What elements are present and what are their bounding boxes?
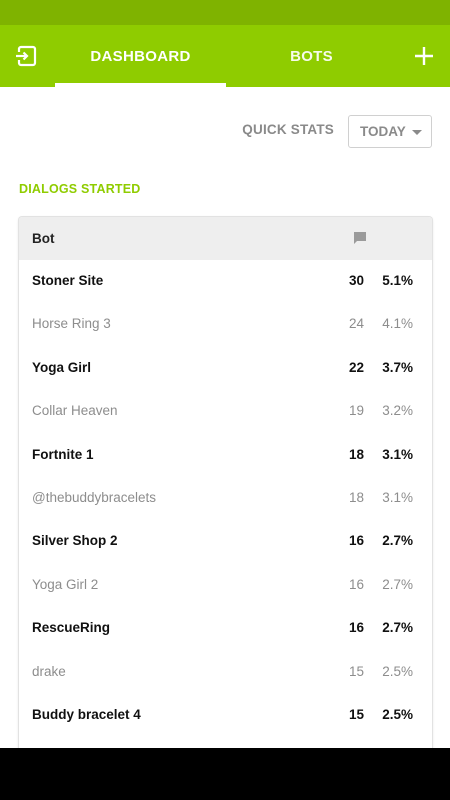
dialog-count: 18: [348, 446, 364, 462]
dialog-count: 19: [348, 403, 364, 419]
dialog-count: 24: [348, 316, 364, 332]
dialog-percent: 3.1%: [382, 490, 413, 505]
dialogs-table: Bot Stoner Site 30 5.1% Horse Ring 3 24 4.1% Y…: [19, 217, 432, 757]
bot-name: Fortnite 1: [32, 446, 94, 462]
bot-name: Stoner Site: [32, 273, 104, 288]
dialog-count: 16: [348, 533, 364, 549]
tab-bots[interactable]: BOTS: [226, 25, 397, 87]
bot-name: Yoga Girl 2: [32, 576, 99, 592]
chevron-down-icon: [412, 130, 422, 135]
app-bar: DASHBOARD BOTS: [0, 25, 450, 87]
dialog-percent: 5.1%: [382, 273, 413, 288]
tab-dashboard-label: DASHBOARD: [90, 47, 191, 65]
chat-bubble-icon: [353, 231, 367, 245]
bot-name: RescueRing: [32, 620, 111, 636]
dialog-percent: 3.2%: [382, 403, 413, 419]
plus-icon[interactable]: [412, 44, 436, 68]
table-row[interactable]: @thebuddybracelets 18 3.1%: [19, 477, 432, 520]
table-header: Bot: [19, 217, 432, 260]
dialog-count: 30: [348, 273, 364, 288]
table-row[interactable]: Collar Heaven 19 3.2%: [19, 390, 432, 433]
table-row[interactable]: Yoga Girl 2 16 2.7%: [19, 564, 432, 607]
dialog-percent: 2.7%: [382, 533, 413, 549]
bot-name: @thebuddybracelets: [32, 490, 157, 505]
quick-stats-label: QUICK STATS: [242, 122, 334, 137]
dialog-percent: 3.7%: [382, 359, 413, 375]
exit-to-app-icon[interactable]: [15, 44, 39, 68]
tab-bots-label: BOTS: [290, 47, 333, 65]
period-dropdown-value: TODAY: [360, 124, 406, 139]
status-bar: [0, 0, 450, 25]
tab-dashboard[interactable]: DASHBOARD: [55, 25, 226, 87]
dialog-percent: 4.1%: [382, 316, 413, 332]
dialog-percent: 2.7%: [382, 620, 413, 636]
table-row[interactable]: drake 15 2.5%: [19, 651, 432, 694]
dialog-count: 18: [348, 490, 364, 505]
dialog-count: 16: [348, 620, 364, 636]
dialog-percent: 3.1%: [382, 446, 413, 462]
bot-name: drake: [32, 663, 66, 679]
table-row[interactable]: Stoner Site 30 5.1%: [19, 260, 432, 303]
bot-name: Buddy bracelet 4: [32, 707, 141, 722]
system-navigation-bar: [0, 748, 450, 800]
dialog-count: 15: [348, 707, 364, 722]
dialog-percent: 2.5%: [382, 707, 413, 722]
dialog-count: 16: [348, 576, 364, 592]
dialog-percent: 2.7%: [382, 576, 413, 592]
table-row[interactable]: Yoga Girl 22 3.7%: [19, 347, 432, 390]
bot-name: Yoga Girl: [32, 359, 92, 375]
active-tab-indicator: [55, 83, 226, 87]
table-row[interactable]: Buddy bracelet 4 15 2.5%: [19, 694, 432, 737]
table-row[interactable]: RescueRing 16 2.7%: [19, 607, 432, 650]
dialog-percent: 2.5%: [382, 663, 413, 679]
table-row[interactable]: Horse Ring 3 24 4.1%: [19, 303, 432, 346]
bot-name: Silver Shop 2: [32, 533, 118, 549]
dialog-count: 15: [348, 663, 364, 679]
bot-name: Collar Heaven: [32, 403, 118, 419]
table-row[interactable]: Fortnite 1 18 3.1%: [19, 434, 432, 477]
bot-column-header: Bot: [32, 231, 55, 246]
section-title: DIALOGS STARTED: [19, 182, 141, 196]
period-dropdown[interactable]: TODAY: [348, 115, 432, 148]
bot-name: Horse Ring 3: [32, 316, 111, 332]
table-row[interactable]: Silver Shop 2 16 2.7%: [19, 520, 432, 563]
dialog-count: 22: [348, 359, 364, 375]
